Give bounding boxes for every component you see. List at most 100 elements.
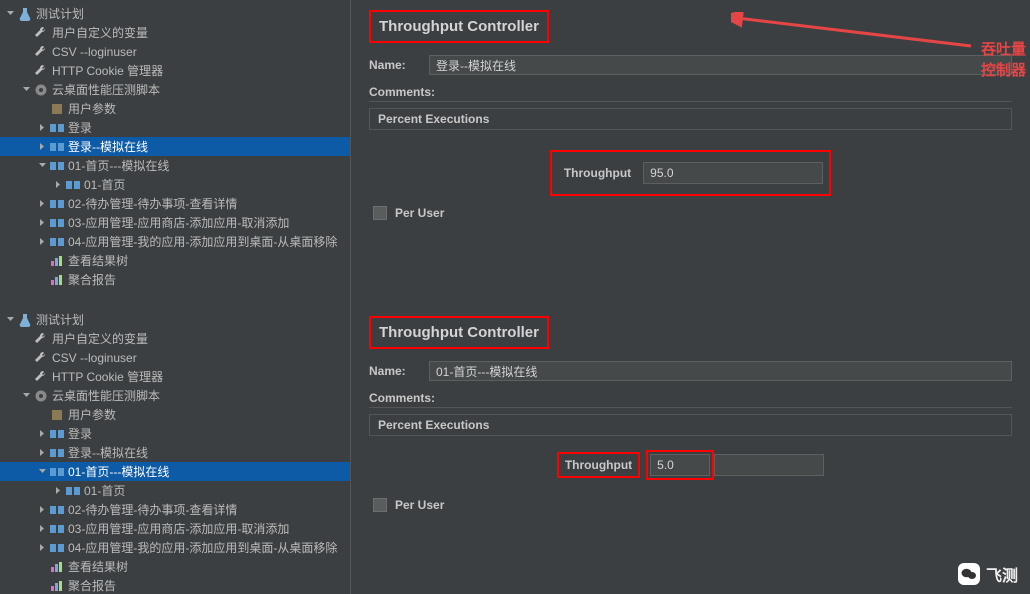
tree-toggle-icon[interactable] [20,352,32,364]
test-plan-tree[interactable]: 测试计划用户自定义的变量CSV --loginuserHTTP Cookie 管… [0,0,350,306]
tree-toggle-icon[interactable] [4,8,16,20]
wechat-icon [958,563,980,585]
tree-toggle-icon[interactable] [36,122,48,134]
percent-executions-dropdown[interactable]: Percent Executions [369,108,1012,130]
tree-item[interactable]: 04-应用管理-我的应用-添加应用到桌面-从桌面移除 [0,232,350,251]
per-user-row: Per User [369,206,1012,220]
chart-icon [49,272,65,288]
tree-item[interactable]: 02-待办管理-待办事项-查看详情 [0,194,350,213]
throughput-input[interactable] [650,454,710,476]
tree-toggle-icon[interactable] [36,580,48,592]
tree-item[interactable]: 用户自定义的变量 [0,329,350,348]
tree-toggle-icon[interactable] [36,274,48,286]
tree-item[interactable]: 01-首页 [0,481,350,500]
tree-item[interactable]: 用户参数 [0,405,350,424]
loop-icon [49,234,65,250]
name-input[interactable] [429,361,1012,381]
loop-icon [49,120,65,136]
tree-item[interactable]: 聚合报告 [0,576,350,594]
tree-item[interactable]: 登录 [0,118,350,137]
tree-item[interactable]: 01-首页 [0,175,350,194]
name-label: Name: [369,364,429,378]
chart-icon [49,253,65,269]
tree-item[interactable]: 测试计划 [0,4,350,23]
tree-toggle-icon[interactable] [36,447,48,459]
throughput-label: Throughput [558,162,637,184]
tree-toggle-icon[interactable] [20,390,32,402]
watermark-text: 飞测 [986,562,1018,586]
tree-item[interactable]: 用户自定义的变量 [0,23,350,42]
tree-item[interactable]: 用户参数 [0,99,350,118]
tree-item[interactable]: 登录--模拟在线 [0,443,350,462]
tree-item[interactable]: 云桌面性能压测脚本 [0,386,350,405]
tree-item[interactable]: 02-待办管理-待办事项-查看详情 [0,500,350,519]
tree-toggle-icon[interactable] [36,255,48,267]
tree-item-label: HTTP Cookie 管理器 [52,368,163,385]
tree-item-label: 登录 [68,425,92,442]
loop-icon [49,445,65,461]
per-user-label: Per User [395,498,444,512]
tree-item-label: 登录--模拟在线 [68,444,148,461]
tree-toggle-icon[interactable] [20,371,32,383]
tree-toggle-icon[interactable] [36,160,48,172]
tree-item[interactable]: HTTP Cookie 管理器 [0,367,350,386]
tree-item[interactable]: CSV --loginuser [0,348,350,367]
tree-item[interactable]: 03-应用管理-应用商店-添加应用-取消添加 [0,213,350,232]
tree-item[interactable]: 测试计划 [0,310,350,329]
comments-label: Comments: [369,85,1012,99]
loop-icon [65,483,81,499]
percent-executions-dropdown[interactable]: Percent Executions [369,414,1012,436]
throughput-input[interactable] [643,162,823,184]
tree-item[interactable]: 01-首页---模拟在线 [0,462,350,481]
tree-item[interactable]: 03-应用管理-应用商店-添加应用-取消添加 [0,519,350,538]
tree-item-label: HTTP Cookie 管理器 [52,62,163,79]
tree-item-label: 登录--模拟在线 [68,138,148,155]
tree-toggle-icon[interactable] [20,65,32,77]
tree-toggle-icon[interactable] [36,561,48,573]
name-input[interactable] [429,55,1012,75]
tree-toggle-icon[interactable] [36,217,48,229]
chart-icon [49,559,65,575]
tree-item[interactable]: 云桌面性能压测脚本 [0,80,350,99]
tree-item-label: 03-应用管理-应用商店-添加应用-取消添加 [68,214,289,231]
tree-item-label: 04-应用管理-我的应用-添加应用到桌面-从桌面移除 [68,233,337,250]
tree-toggle-icon[interactable] [36,141,48,153]
per-user-checkbox[interactable] [373,498,387,512]
per-user-checkbox[interactable] [373,206,387,220]
loop-icon [49,426,65,442]
tree-toggle-icon[interactable] [36,198,48,210]
tree-item[interactable]: 登录--模拟在线 [0,137,350,156]
name-field-row: Name: [369,361,1012,381]
editor-title: Throughput Controller [369,316,549,349]
gear-icon [33,388,49,404]
tree-toggle-icon[interactable] [36,409,48,421]
tree-toggle-icon[interactable] [36,542,48,554]
tree-item[interactable]: 01-首页---模拟在线 [0,156,350,175]
tree-item[interactable]: 聚合报告 [0,270,350,289]
tree-toggle-icon[interactable] [4,314,16,326]
tree-item[interactable]: CSV --loginuser [0,42,350,61]
tree-toggle-icon[interactable] [52,485,64,497]
tree-toggle-icon[interactable] [36,428,48,440]
tree-item[interactable]: 04-应用管理-我的应用-添加应用到桌面-从桌面移除 [0,538,350,557]
loop-icon [49,521,65,537]
tree-toggle-icon[interactable] [36,103,48,115]
tree-item[interactable]: 登录 [0,424,350,443]
tree-toggle-icon[interactable] [36,523,48,535]
square-icon [49,407,65,423]
tree-toggle-icon[interactable] [20,46,32,58]
tree-toggle-icon[interactable] [20,27,32,39]
tree-toggle-icon[interactable] [36,466,48,478]
wrench-icon [33,25,49,41]
tree-toggle-icon[interactable] [20,333,32,345]
tree-item[interactable]: 查看结果树 [0,251,350,270]
tree-item[interactable]: HTTP Cookie 管理器 [0,61,350,80]
tree-toggle-icon[interactable] [20,84,32,96]
tree-toggle-icon[interactable] [52,179,64,191]
per-user-label: Per User [395,206,444,220]
tree-item[interactable]: 查看结果树 [0,557,350,576]
app-panel-top: 测试计划用户自定义的变量CSV --loginuserHTTP Cookie 管… [0,0,1030,306]
tree-toggle-icon[interactable] [36,236,48,248]
test-plan-tree[interactable]: 测试计划用户自定义的变量CSV --loginuserHTTP Cookie 管… [0,306,350,594]
tree-toggle-icon[interactable] [36,504,48,516]
